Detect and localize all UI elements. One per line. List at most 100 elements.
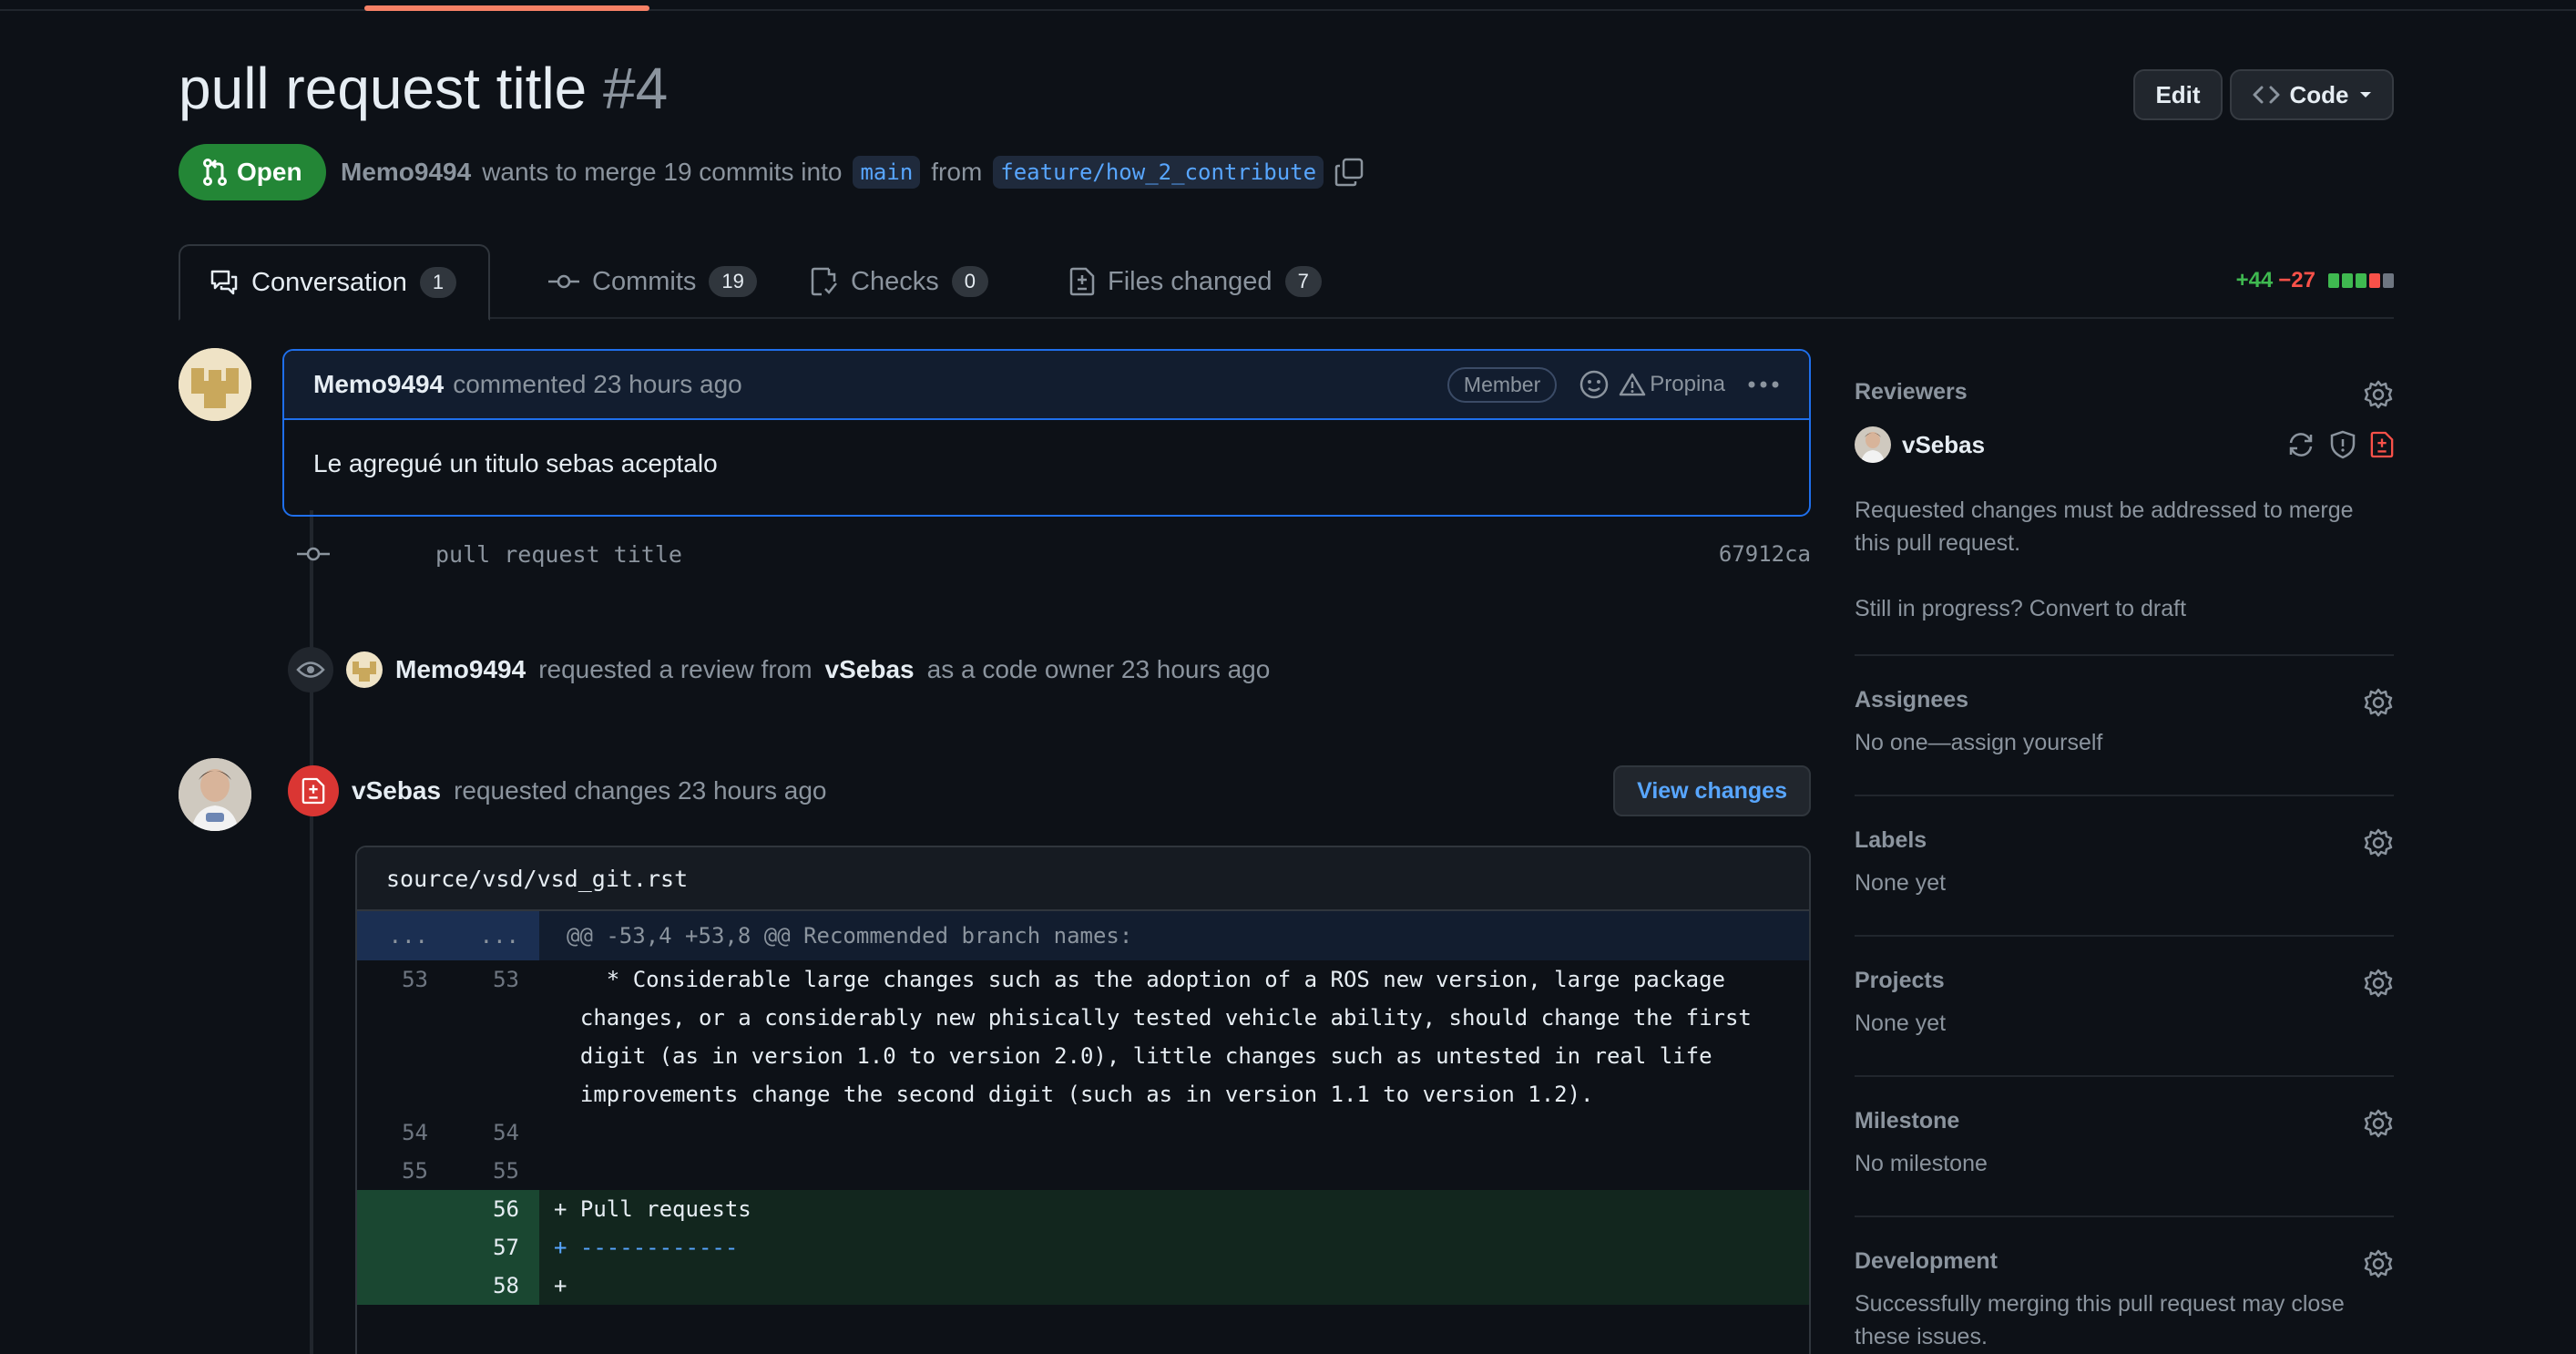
new-line-number[interactable] xyxy=(448,1075,539,1113)
old-line-number[interactable]: 54 xyxy=(357,1113,448,1152)
sidebar-reviewers-title[interactable]: Reviewers xyxy=(1855,379,2394,405)
review-timestamp: requested changes 23 hours ago xyxy=(454,776,827,805)
diffstat-bar xyxy=(2342,273,2353,288)
tab-checks-count: 0 xyxy=(951,266,988,297)
avatar[interactable] xyxy=(179,348,251,421)
new-line-number[interactable]: 54 xyxy=(448,1113,539,1152)
sidebar-assignees-title[interactable]: Assignees xyxy=(1855,687,2394,713)
member-badge: Member xyxy=(1446,366,1558,403)
assignees-value[interactable]: No one—assign yourself xyxy=(1855,726,2394,759)
sidebar-milestone-title[interactable]: Milestone xyxy=(1855,1108,2394,1134)
new-line-number[interactable]: 53 xyxy=(448,960,539,999)
old-line-number[interactable] xyxy=(357,1037,448,1075)
chevron-down-icon xyxy=(2359,92,2371,97)
tab-checks[interactable]: Checks 0 xyxy=(782,244,1017,319)
diff-line-added: 57 + ------------ xyxy=(357,1228,1809,1267)
sync-icon[interactable] xyxy=(2286,430,2315,459)
diffstat-bar xyxy=(2328,273,2339,288)
view-changes-button[interactable]: View changes xyxy=(1613,765,1811,816)
changes-requested-review: vSebas requested changes 23 hours ago Vi… xyxy=(288,764,1811,818)
gear-icon[interactable] xyxy=(2363,379,2394,410)
diff-line-code: + Pull requests xyxy=(554,1196,751,1222)
pr-author-link[interactable]: Memo9494 xyxy=(341,158,471,187)
copy-icon[interactable] xyxy=(1334,158,1364,187)
diff-line-code: + xyxy=(554,1273,567,1298)
sidebar-projects-title[interactable]: Projects xyxy=(1855,968,2394,994)
diff-line-code: improvements change the second digit (su… xyxy=(554,1082,1594,1107)
old-line-number[interactable] xyxy=(357,1228,448,1267)
new-line-number[interactable] xyxy=(448,1037,539,1075)
diff-line: 53 53 * Considerable large changes such a… xyxy=(357,960,1809,999)
sidebar-development-title[interactable]: Development xyxy=(1855,1248,2394,1275)
base-branch[interactable]: main xyxy=(853,156,921,189)
sidebar-labels-title[interactable]: Labels xyxy=(1855,827,2394,854)
pr-state-label: Open xyxy=(237,158,302,186)
event-text: requested a review from xyxy=(538,655,813,683)
expand-down-button[interactable]: ... xyxy=(448,911,539,960)
gear-icon[interactable] xyxy=(2363,687,2394,718)
diffstat-deletions: −27 xyxy=(2278,268,2315,292)
commit-message[interactable]: pull request title xyxy=(435,541,682,568)
sidebar-milestone: Milestone No milestone xyxy=(1855,1108,2394,1180)
old-line-number[interactable] xyxy=(357,1267,448,1305)
sidebar-divider xyxy=(1855,654,2394,656)
propina-label: Propina xyxy=(1650,372,1725,396)
gear-icon[interactable] xyxy=(2363,968,2394,999)
avatar[interactable] xyxy=(346,651,383,688)
old-line-number[interactable] xyxy=(357,1190,448,1228)
gear-icon[interactable] xyxy=(2363,1108,2394,1139)
diff-line: 55 55 xyxy=(357,1152,1809,1190)
diff-line-code: digit (as in version 1.0 to version 2.0)… xyxy=(554,1043,1712,1069)
eye-icon xyxy=(288,647,333,692)
pr-title: pull request title xyxy=(179,56,588,121)
old-line-number[interactable] xyxy=(357,1075,448,1113)
expand-up-button[interactable]: ... xyxy=(357,911,448,960)
diff-line-code: + ------------ xyxy=(554,1235,739,1260)
diffstat-additions: +44 xyxy=(2235,268,2274,292)
new-line-number[interactable] xyxy=(448,999,539,1037)
comment-author[interactable]: Memo9494 xyxy=(313,370,444,399)
sidebar-divider xyxy=(1855,795,2394,796)
review-author[interactable]: vSebas xyxy=(352,776,441,805)
new-line-number[interactable]: 57 xyxy=(448,1228,539,1267)
comment-header: Memo9494 commented 23 hours ago Member P… xyxy=(284,351,1809,420)
active-repo-tab-underline xyxy=(364,5,649,11)
event-actor[interactable]: Memo9494 xyxy=(395,655,526,684)
old-line-number[interactable]: 55 xyxy=(357,1152,448,1190)
propina-button[interactable]: Propina xyxy=(1619,372,1725,397)
event-reviewer[interactable]: vSebas xyxy=(825,655,915,684)
smiley-icon[interactable] xyxy=(1579,369,1610,400)
tab-files-changed[interactable]: Files changed 7 xyxy=(1040,244,1351,319)
gear-icon[interactable] xyxy=(2363,827,2394,858)
new-line-number[interactable]: 58 xyxy=(448,1267,539,1305)
timeline-line xyxy=(310,510,313,1354)
pr-description-comment: Memo9494 commented 23 hours ago Member P… xyxy=(282,349,1811,517)
tab-commits[interactable]: Commits 19 xyxy=(519,244,786,319)
merge-text: wants to merge 19 commits into xyxy=(482,158,843,186)
user-photo-avatar xyxy=(179,758,251,831)
diffstat: +44 −27 xyxy=(2236,268,2394,293)
reviewer-name[interactable]: vSebas xyxy=(1902,431,1985,459)
kebab-horizontal-icon[interactable] xyxy=(1747,380,1780,389)
diff-line-added: 58 + xyxy=(357,1267,1809,1305)
convert-to-draft-link[interactable]: Still in progress? Convert to draft xyxy=(1855,592,2186,625)
commit-icon xyxy=(548,274,579,289)
diff-file-path[interactable]: source/vsd/vsd_git.rst xyxy=(357,847,1809,911)
old-line-number[interactable]: 53 xyxy=(357,960,448,999)
diff-line: changes, or a considerably new phisicall… xyxy=(357,999,1809,1037)
identicon-avatar xyxy=(179,348,251,421)
avatar[interactable] xyxy=(179,758,251,831)
diff-line-code: * Considerable large changes such as the… xyxy=(554,967,1725,992)
avatar[interactable] xyxy=(1855,426,1891,463)
tab-conversation[interactable]: Conversation 1 xyxy=(179,244,490,321)
comment-timestamp[interactable]: commented 23 hours ago xyxy=(453,370,742,399)
gear-icon[interactable] xyxy=(2363,1248,2394,1279)
sidebar-labels: Labels None yet xyxy=(1855,827,2394,899)
commit-sha[interactable]: 67912ca xyxy=(1719,541,1811,567)
edit-button[interactable]: Edit xyxy=(2133,69,2223,120)
new-line-number[interactable]: 56 xyxy=(448,1190,539,1228)
new-line-number[interactable]: 55 xyxy=(448,1152,539,1190)
code-button[interactable]: Code xyxy=(2230,69,2394,120)
old-line-number[interactable] xyxy=(357,999,448,1037)
head-branch[interactable]: feature/how_2_contribute xyxy=(993,156,1324,189)
